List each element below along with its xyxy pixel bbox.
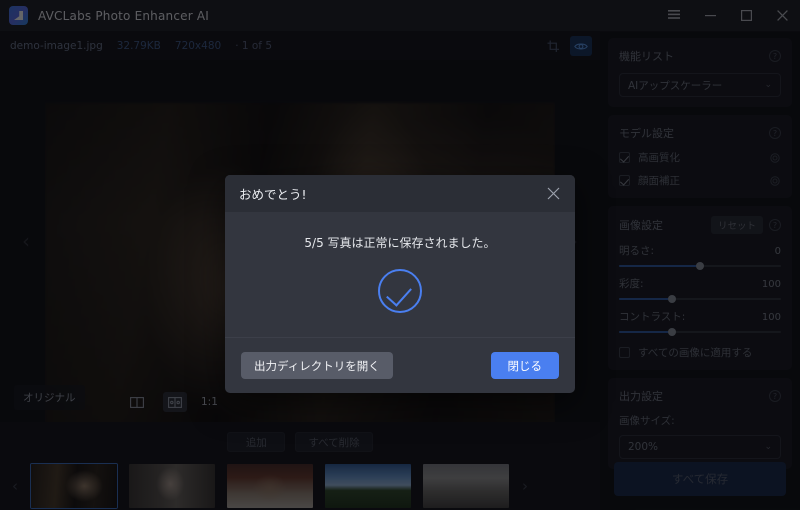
- success-dialog: おめでとう! 5/5 写真は正常に保存されました。 出力ディレクトリを開く 閉じ…: [225, 175, 575, 393]
- open-output-directory-button[interactable]: 出力ディレクトリを開く: [241, 352, 393, 379]
- dialog-footer: 出力ディレクトリを開く 閉じる: [225, 337, 575, 393]
- close-dialog-button[interactable]: 閉じる: [490, 352, 559, 379]
- close-icon[interactable]: [545, 186, 561, 202]
- app-window: AVCLabs Photo Enhancer AI demo-image1.jp…: [0, 0, 800, 510]
- dialog-message: 5/5 写真は正常に保存されました。: [304, 236, 496, 250]
- dialog-header: おめでとう!: [225, 175, 575, 212]
- check-circle-icon: [378, 269, 422, 313]
- dialog-title: おめでとう!: [239, 187, 307, 202]
- dialog-body: 5/5 写真は正常に保存されました。: [225, 212, 575, 337]
